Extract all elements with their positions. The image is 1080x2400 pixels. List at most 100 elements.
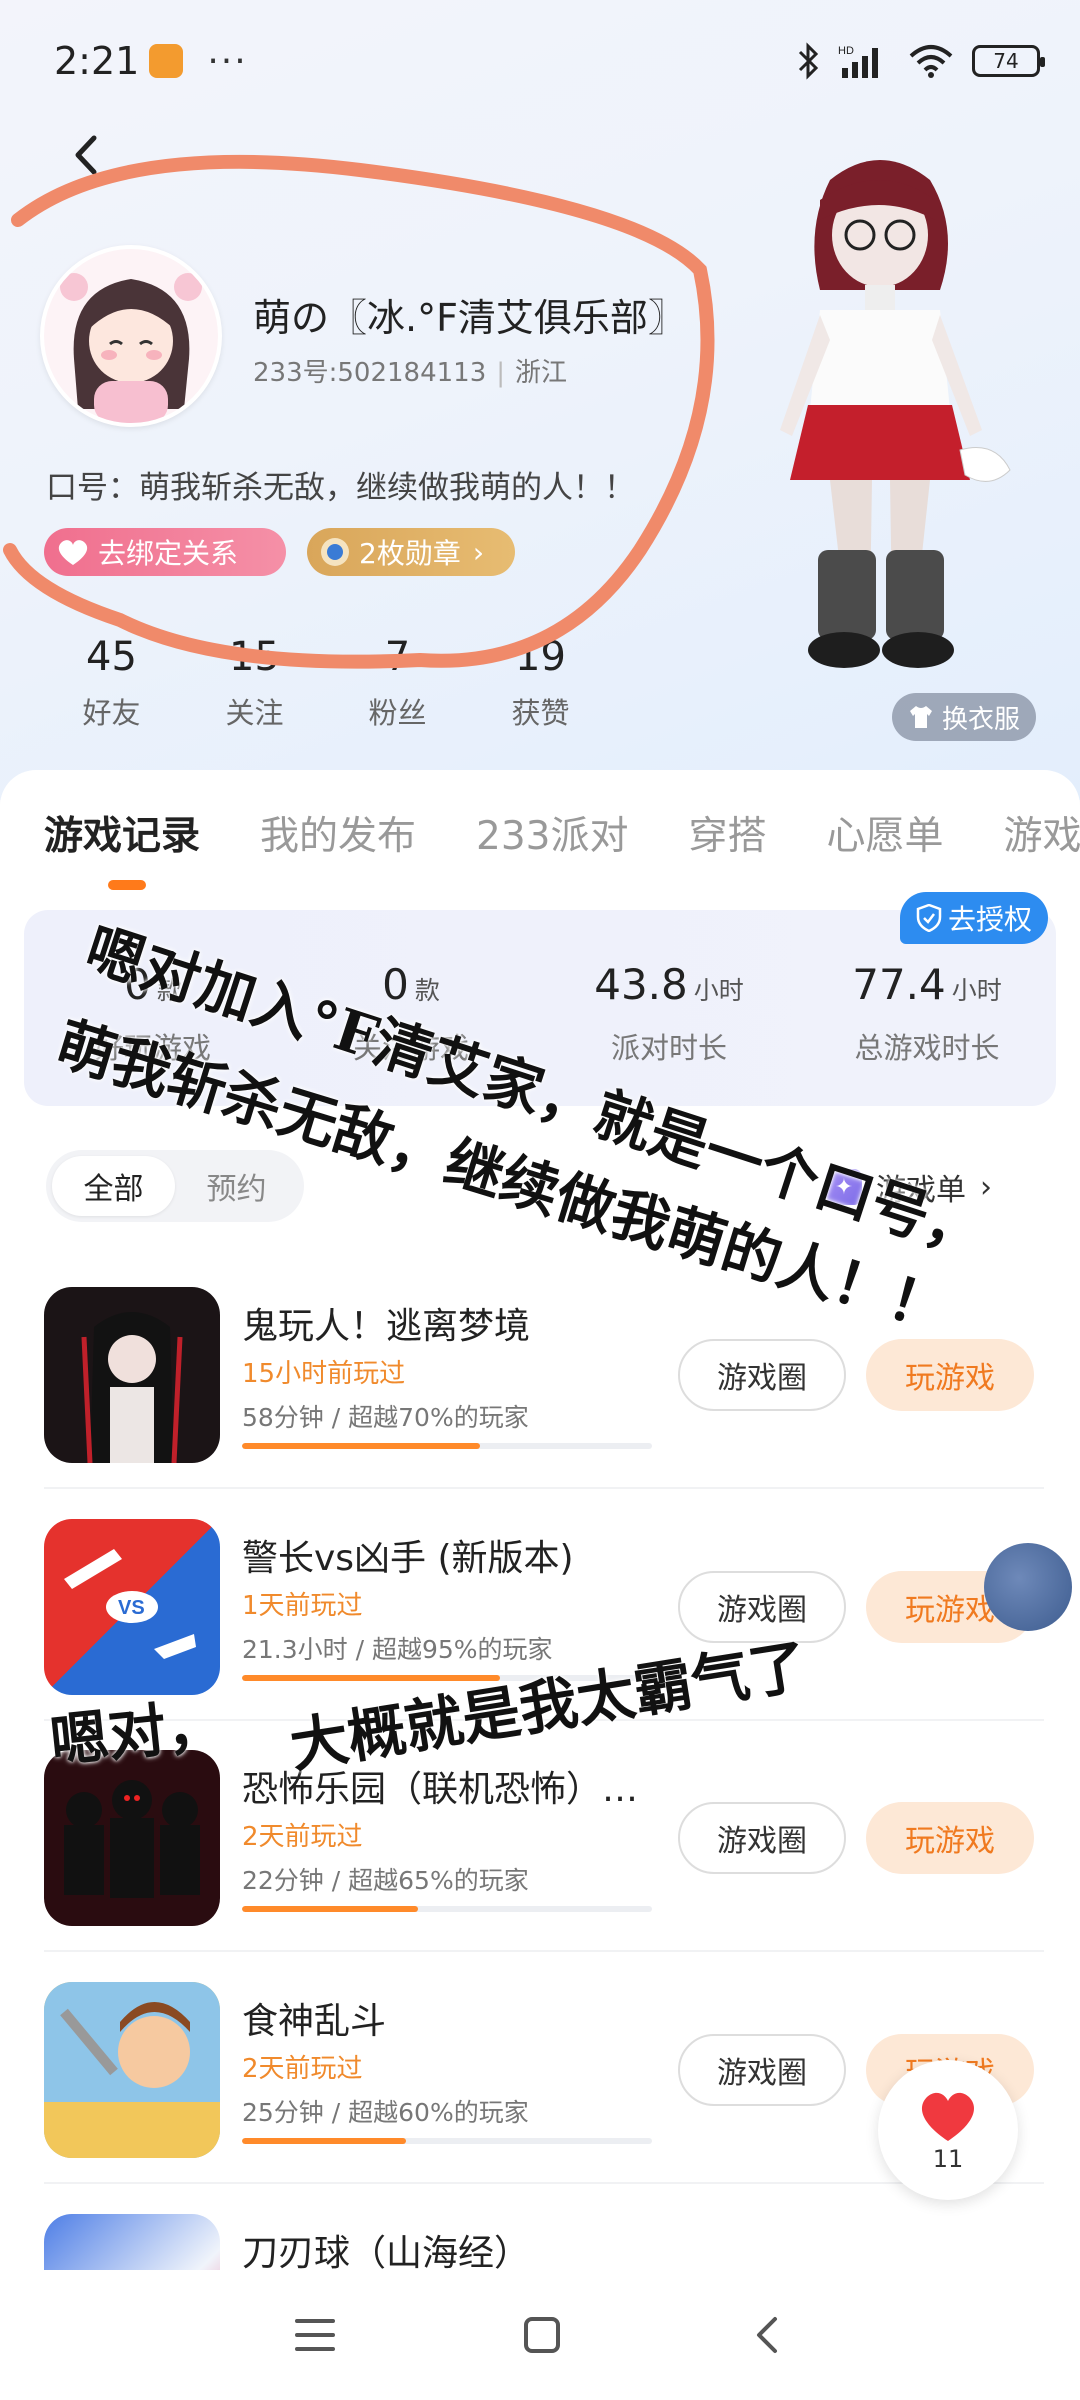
- user-location: 浙江: [515, 358, 568, 388]
- signal-icon: HD: [838, 45, 878, 78]
- bind-relation-label: 去绑定关系: [98, 537, 239, 570]
- shield-check-icon: [916, 904, 942, 932]
- summary-value: 77.4: [852, 960, 946, 1009]
- game-playtime: 58分钟 / 超越70%的玩家: [242, 1403, 529, 1432]
- game-icon: [44, 1982, 220, 2158]
- game-last-played: 1天前玩过: [242, 1591, 363, 1621]
- stat-label: 获赞: [511, 696, 570, 730]
- game-row[interactable]: 刀刃球（山海经）: [44, 2214, 1044, 2270]
- battery-level: 74: [993, 49, 1019, 73]
- summary-total-time: 77.4 小时 总游戏时长: [798, 960, 1056, 1067]
- game-title: 鬼玩人！逃离梦境: [242, 1306, 531, 1347]
- game-icon: [44, 1287, 220, 1463]
- row-divider: [44, 1950, 1044, 1952]
- game-progress-fill: [242, 1443, 480, 1449]
- content-panel: 游戏记录 我的发布 233派对 穿搭 心愿单 游戏 0款 好玩游戏 0款 关注游…: [0, 770, 1080, 2270]
- medals-button[interactable]: 2枚勋章 ›: [307, 528, 515, 576]
- game-icon: VS: [44, 1519, 220, 1695]
- bind-relation-button[interactable]: 去绑定关系: [44, 528, 286, 576]
- summary-label: 总游戏时长: [854, 1031, 1000, 1065]
- profile-stats: 45 好友 15 关注 7 粉丝 19 获赞: [40, 634, 612, 732]
- summary-value: 0: [124, 960, 151, 1009]
- summary-label: 派对时长: [610, 1031, 727, 1065]
- game-progress-bar: [242, 1906, 652, 1912]
- filter-reserved[interactable]: 预约: [175, 1156, 298, 1216]
- change-outfit-label: 换衣服: [941, 704, 1020, 735]
- game-last-played: 2天前玩过: [242, 1822, 363, 1852]
- tab-game-records[interactable]: 游戏记录: [44, 805, 200, 861]
- status-bar: 2:21 ··· HD 74: [54, 36, 1045, 86]
- game-title: 恐怖乐园（联机恐怖）…: [242, 1769, 639, 1810]
- game-circle-button[interactable]: 游戏圈: [678, 1339, 846, 1411]
- stat-following[interactable]: 15 关注: [183, 634, 326, 732]
- status-time: 2:21: [54, 39, 140, 83]
- shirt-icon: [909, 706, 932, 728]
- stat-friends[interactable]: 45 好友: [40, 634, 183, 732]
- svg-text:VS: VS: [118, 1597, 145, 1619]
- tab-my-posts[interactable]: 我的发布: [260, 805, 416, 861]
- character-avatar[interactable]: [720, 140, 1050, 720]
- summary-value: 43.8: [594, 960, 688, 1009]
- game-progress-bar: [242, 2138, 652, 2144]
- game-circle-button[interactable]: 游戏圈: [678, 1571, 846, 1643]
- play-game-button[interactable]: 玩游戏: [866, 1339, 1034, 1411]
- summary-fun-games: 0款 好玩游戏: [24, 960, 282, 1067]
- game-playtime: 22分钟 / 超越65%的玩家: [242, 1866, 529, 1895]
- bluetooth-icon: [798, 42, 819, 80]
- summary-label: 好玩游戏: [94, 1031, 211, 1065]
- more-notifications-icon: ···: [207, 40, 248, 82]
- game-icon: [44, 1750, 220, 1926]
- filter-all[interactable]: 全部: [52, 1156, 175, 1216]
- tab-outfits[interactable]: 穿搭: [688, 805, 766, 861]
- user-id: 233号:502184113: [253, 358, 487, 388]
- play-game-button[interactable]: 玩游戏: [866, 1802, 1034, 1874]
- like-count: 11: [932, 2145, 964, 2173]
- back-icon[interactable]: [62, 130, 112, 180]
- row-divider: [44, 1719, 1044, 1721]
- stat-likes[interactable]: 19 获赞: [469, 634, 612, 732]
- stat-value: 45: [86, 634, 137, 680]
- game-circle-button[interactable]: 游戏圈: [678, 1802, 846, 1874]
- username: 萌の〖冰.°F清艾俱乐部〗: [253, 296, 686, 340]
- change-outfit-button[interactable]: 换衣服: [892, 693, 1036, 741]
- summary-party-time: 43.8 小时 派对时长: [540, 960, 798, 1067]
- heart-icon: [56, 537, 90, 567]
- moon-face-emoji-icon: [984, 1543, 1072, 1631]
- menu-icon[interactable]: [293, 2315, 337, 2355]
- like-button[interactable]: 11: [878, 2060, 1018, 2200]
- game-playtime: 21.3小时 / 超越95%的玩家: [242, 1635, 553, 1664]
- tab-wishlist[interactable]: 心愿单: [827, 805, 944, 861]
- game-playtime: 25分钟 / 超越60%的玩家: [242, 2098, 529, 2127]
- user-slogan: 口号：萌我斩杀无敌，继续做我萌的人！！: [46, 470, 635, 506]
- game-icon: [44, 2214, 220, 2270]
- tab-games[interactable]: 游戏: [1004, 805, 1080, 861]
- avatar[interactable]: [40, 245, 222, 427]
- stat-label: 关注: [225, 696, 284, 730]
- back-nav-icon[interactable]: [747, 2315, 787, 2355]
- game-summary-card: 0款 好玩游戏 0款 关注游戏 43.8 小时 派对时长 77.4 小时 总游戏时长…: [24, 892, 1056, 1106]
- sparkle-icon: ✦: [826, 1169, 862, 1205]
- game-last-played: 2天前玩过: [242, 2054, 363, 2084]
- profile-header: 2:21 ··· HD 74 萌の〖冰.°F清艾俱乐部〗 233号:502184…: [0, 0, 1080, 800]
- row-divider: [44, 2182, 1044, 2184]
- home-icon[interactable]: [522, 2315, 562, 2355]
- game-list-label: 游戏单: [876, 1173, 966, 1208]
- game-list-link[interactable]: ✦ 游戏单 ›: [826, 1165, 992, 1209]
- summary-label: 关注游戏: [352, 1031, 469, 1065]
- summary-unit: 款: [414, 976, 440, 1005]
- game-circle-button[interactable]: 游戏圈: [678, 2034, 846, 2106]
- stat-value: 7: [384, 634, 411, 680]
- summary-unit: 款: [156, 976, 182, 1005]
- stat-fans[interactable]: 7 粉丝: [326, 634, 469, 732]
- game-row[interactable]: 鬼玩人！逃离梦境 15小时前玩过 58分钟 / 超越70%的玩家 游戏圈 玩游戏: [44, 1287, 1044, 1489]
- game-progress-fill: [242, 1675, 501, 1681]
- svg-text:HD: HD: [838, 45, 854, 57]
- authorize-button[interactable]: 去授权: [900, 892, 1048, 944]
- system-nav-bar: [0, 2270, 1080, 2400]
- wifi-icon: [909, 45, 953, 78]
- game-row[interactable]: 恐怖乐园（联机恐怖）… 2天前玩过 22分钟 / 超越65%的玩家 游戏圈 玩游…: [44, 1750, 1044, 1952]
- game-title: 刀刃球（山海经）: [242, 2233, 531, 2270]
- game-row[interactable]: VS 警长vs凶手 (新版本) 1天前玩过 21.3小时 / 超越95%的玩家 …: [44, 1519, 1044, 1721]
- tab-233-party[interactable]: 233派对: [476, 805, 628, 861]
- summary-value: 0: [382, 960, 409, 1009]
